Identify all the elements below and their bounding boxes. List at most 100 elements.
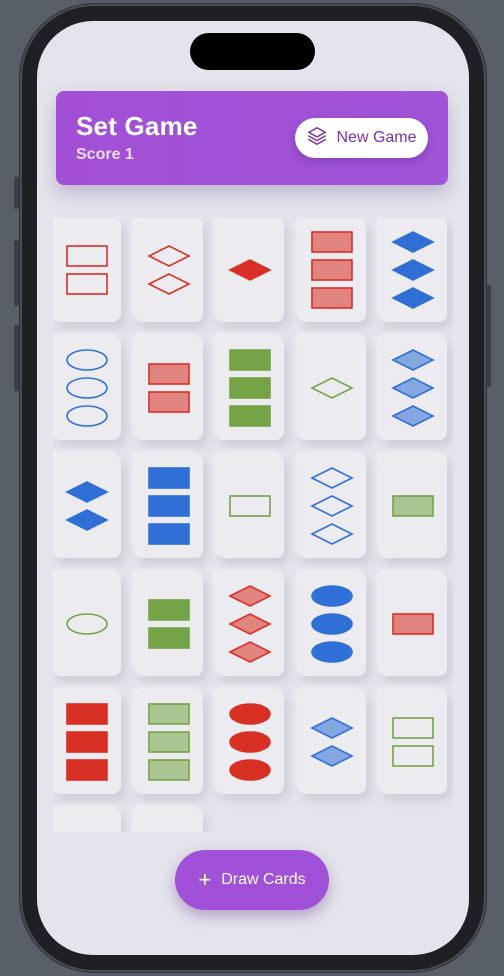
card-symbols [66,703,108,781]
rectangle-shape [392,745,434,767]
set-card[interactable] [216,336,284,440]
rectangle-shape [148,627,190,649]
new-game-label: New Game [336,129,417,146]
draw-cards-button[interactable]: + Draw Cards [175,850,329,910]
set-card[interactable] [298,218,366,322]
set-card[interactable] [53,690,121,794]
set-card[interactable] [135,336,203,440]
oval-shape [311,641,353,663]
set-card[interactable] [298,454,366,558]
rectangle-shape [229,495,271,517]
volume-down-button [14,325,19,391]
set-card[interactable] [216,454,284,558]
card-symbols [392,495,434,517]
card-symbols [147,245,191,295]
rectangle-shape [311,259,353,281]
set-card[interactable] [53,336,121,440]
rectangle-shape [311,231,353,253]
set-card[interactable] [216,218,284,322]
set-card[interactable] [379,690,447,794]
card-grid [53,218,453,832]
rectangle-shape [66,273,108,295]
card-symbols [310,467,354,545]
card-symbols [65,481,109,531]
diamond-shape [310,717,354,739]
oval-shape [66,377,108,399]
rectangle-shape [66,731,108,753]
game-header: Set Game Score 1 New Game [56,91,448,185]
card-symbols [66,349,108,427]
card-symbols [229,349,271,427]
card-symbols [228,585,272,663]
card-symbols [391,231,435,309]
card-symbols [392,613,434,635]
set-card[interactable] [135,808,203,832]
card-symbols [310,377,354,399]
new-game-button[interactable]: New Game [295,118,428,158]
card-symbols [148,599,190,649]
rectangle-shape [148,759,190,781]
card-symbols [66,613,108,635]
rectangle-shape [66,245,108,267]
diamond-shape [147,245,191,267]
oval-shape [311,613,353,635]
score-label: Score 1 [76,146,134,163]
set-card[interactable] [135,690,203,794]
card-symbols [228,259,272,281]
rectangle-shape [66,759,108,781]
diamond-shape [310,377,354,399]
card-symbols [391,349,435,427]
diamond-shape [391,259,435,281]
card-symbols [148,703,190,781]
oval-shape [229,703,271,725]
set-card[interactable] [53,454,121,558]
diamond-shape [228,613,272,635]
set-card[interactable] [379,218,447,322]
oval-shape [66,349,108,371]
diamond-shape [65,481,109,503]
diamond-shape [228,641,272,663]
rectangle-shape [148,731,190,753]
card-symbols [311,231,353,309]
dynamic-island [190,33,315,70]
rectangle-shape [148,599,190,621]
set-card[interactable] [379,572,447,676]
diamond-shape [391,287,435,309]
oval-shape [66,613,108,635]
card-symbols [66,245,108,295]
oval-shape [229,731,271,753]
set-card[interactable] [298,572,366,676]
set-card[interactable] [135,572,203,676]
diamond-shape [391,405,435,427]
rectangle-shape [148,363,190,385]
set-card[interactable] [135,454,203,558]
volume-up-button [14,240,19,306]
set-card[interactable] [379,454,447,558]
set-card[interactable] [53,218,121,322]
diamond-shape [391,231,435,253]
set-card[interactable] [379,336,447,440]
plus-icon: + [198,867,212,892]
set-card[interactable] [53,808,121,832]
oval-shape [66,405,108,427]
stack-icon [306,125,328,152]
rectangle-shape [148,467,190,489]
set-card[interactable] [216,572,284,676]
rectangle-shape [148,391,190,413]
app-screen: Set Game Score 1 New Game + Draw Cards [37,21,469,955]
diamond-shape [65,509,109,531]
set-card[interactable] [298,690,366,794]
set-card[interactable] [53,572,121,676]
set-card[interactable] [298,336,366,440]
oval-shape [311,585,353,607]
card-symbols [148,363,190,413]
rectangle-shape [66,703,108,725]
page-title: Set Game [76,111,198,141]
rectangle-shape [392,717,434,739]
card-symbols [148,467,190,545]
rectangle-shape [229,405,271,427]
card-symbols [229,703,271,781]
set-card[interactable] [216,690,284,794]
set-card[interactable] [135,218,203,322]
draw-cards-label: Draw Cards [221,871,306,888]
